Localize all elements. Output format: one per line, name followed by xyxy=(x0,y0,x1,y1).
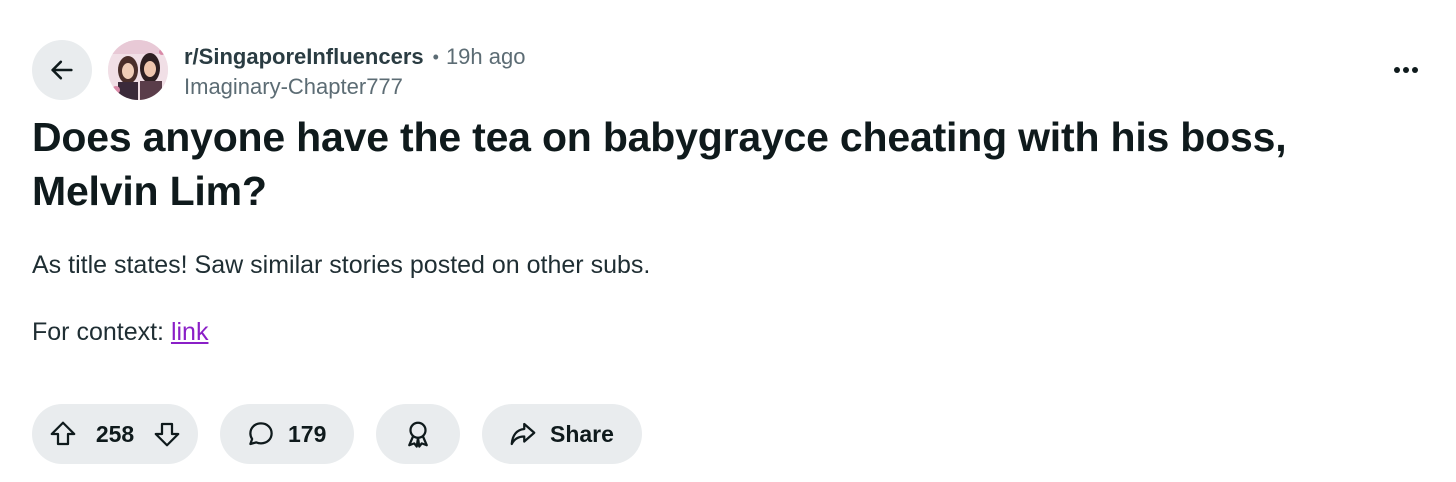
comment-count: 179 xyxy=(288,420,327,447)
post-meta: r/SingaporeInfluencers • 19h ago Imagina… xyxy=(184,42,525,102)
subreddit-name[interactable]: r/SingaporeInfluencers xyxy=(184,42,424,72)
post-context: For context: link xyxy=(32,315,208,349)
context-label: For context: xyxy=(32,318,164,346)
post-body: As title states! Saw similar stories pos… xyxy=(32,251,651,279)
comments-button[interactable]: 179 xyxy=(220,404,354,464)
subreddit-avatar[interactable] xyxy=(108,40,168,100)
vote-bar: 258 xyxy=(32,404,198,464)
meta-separator: • xyxy=(432,47,439,67)
share-button[interactable]: Share xyxy=(482,404,642,464)
comment-bubble-icon xyxy=(246,419,276,449)
post-title: Does anyone have the tea on babygrayce c… xyxy=(32,114,1287,214)
share-label: Share xyxy=(550,420,614,447)
post-actions: 258 179 Share xyxy=(32,404,642,464)
more-horizontal-icon xyxy=(1393,66,1419,74)
context-link[interactable]: link xyxy=(171,318,209,346)
post-timestamp: 19h ago xyxy=(445,44,526,69)
vote-count: 258 xyxy=(95,420,135,447)
award-icon xyxy=(403,419,433,449)
share-arrow-icon xyxy=(508,419,538,449)
arrow-left-icon xyxy=(48,56,76,84)
post-author[interactable]: Imaginary-Chapter777 xyxy=(184,72,525,102)
downvote-arrow-icon[interactable] xyxy=(152,419,182,449)
more-options-button[interactable] xyxy=(1384,54,1428,86)
back-button[interactable] xyxy=(32,40,92,100)
upvote-arrow-icon[interactable] xyxy=(48,419,78,449)
award-button[interactable] xyxy=(376,404,460,464)
